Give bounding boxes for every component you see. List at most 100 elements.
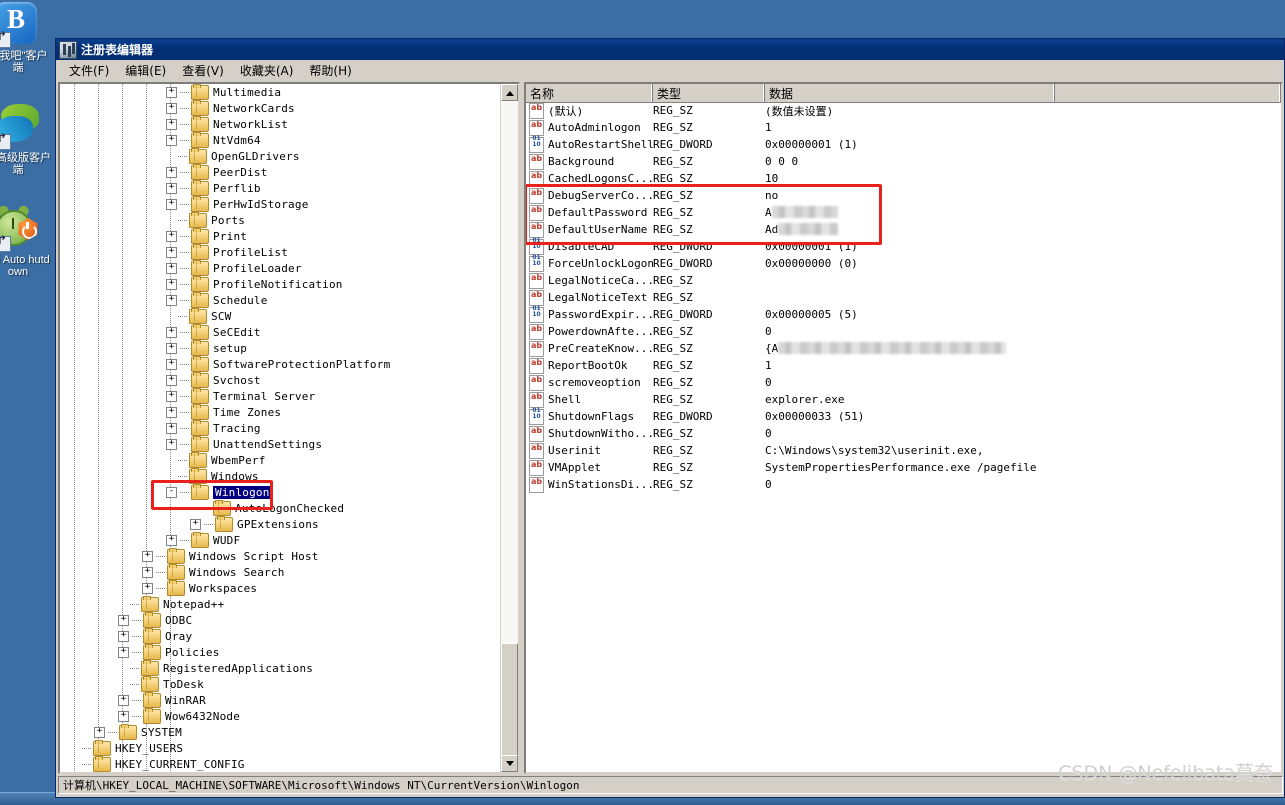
tree-item-tracing[interactable]: +Tracing — [60, 420, 501, 436]
tree-item-profilelist[interactable]: +ProfileList — [60, 244, 501, 260]
tree-item-networklist[interactable]: +NetworkList — [60, 116, 501, 132]
menu-item-help[interactable]: 帮助(H) — [301, 60, 359, 81]
tree-item-hkey-current-config[interactable]: HKEY_CURRENT_CONFIG — [60, 756, 501, 772]
expand-node-icon[interactable]: + — [166, 199, 177, 210]
expand-node-icon[interactable]: + — [166, 183, 177, 194]
tree-item-windows-search[interactable]: +Windows Search — [60, 564, 501, 580]
collapse-node-icon[interactable]: - — [166, 487, 177, 498]
value-row[interactable]: BackgroundREG_SZ0 0 0 — [526, 153, 1281, 170]
tree-item-setup[interactable]: +setup — [60, 340, 501, 356]
expand-node-icon[interactable]: + — [166, 167, 177, 178]
value-row[interactable]: VMAppletREG_SZSystemPropertiesPerformanc… — [526, 459, 1281, 476]
tree-item-print[interactable]: +Print — [60, 228, 501, 244]
expand-node-icon[interactable]: + — [118, 631, 129, 642]
column-header-name[interactable]: 名称 — [526, 84, 653, 102]
expand-node-icon[interactable]: + — [166, 423, 177, 434]
expand-node-icon[interactable]: + — [166, 247, 177, 258]
tree-item-ports[interactable]: Ports — [60, 212, 501, 228]
value-row[interactable]: ShutdownWitho...REG_SZ0 — [526, 425, 1281, 442]
tree-item-workspaces[interactable]: +Workspaces — [60, 580, 501, 596]
column-header-data[interactable]: 数据 — [765, 84, 1055, 102]
window-titlebar[interactable]: 注册表编辑器 — [56, 39, 1284, 60]
values-list[interactable]: (默认)REG_SZ(数值未设置)AutoAdminlogonREG_SZ1Au… — [526, 102, 1281, 772]
value-row[interactable]: PowerdownAfte...REG_SZ0 — [526, 323, 1281, 340]
tree-item-registeredapplications[interactable]: RegisteredApplications — [60, 660, 501, 676]
value-row[interactable]: PreCreateKnow...REG_SZ{A — [526, 340, 1281, 357]
expand-node-icon[interactable]: + — [166, 135, 177, 146]
expand-node-icon[interactable]: + — [166, 103, 177, 114]
value-row[interactable]: DebugServerCo...REG_SZno — [526, 187, 1281, 204]
value-row[interactable]: scremoveoptionREG_SZ0 — [526, 374, 1281, 391]
value-row[interactable]: WinStationsDi...REG_SZ0 — [526, 476, 1281, 493]
tree-item-terminal-server[interactable]: +Terminal Server — [60, 388, 501, 404]
menu-item-file[interactable]: 文件(F) — [61, 60, 117, 81]
expand-node-icon[interactable]: + — [118, 711, 129, 722]
expand-node-icon[interactable]: + — [166, 439, 177, 450]
value-row[interactable]: AutoAdminlogonREG_SZ1 — [526, 119, 1281, 136]
expand-node-icon[interactable]: + — [118, 647, 129, 658]
registry-values-pane[interactable]: 名称 类型 数据 (默认)REG_SZ(数值未设置)AutoAdminlogon… — [524, 82, 1283, 774]
registry-tree[interactable]: +Multimedia+NetworkCards+NetworkList+NtV… — [60, 84, 501, 772]
tree-item-policies[interactable]: +Policies — [60, 644, 501, 660]
tree-item-autologonchecked[interactable]: AutoLogonChecked — [60, 500, 501, 516]
tree-item-scw[interactable]: SCW — [60, 308, 501, 324]
tree-item-gpextensions[interactable]: +GPExtensions — [60, 516, 501, 532]
tree-item-unattendsettings[interactable]: +UnattendSettings — [60, 436, 501, 452]
value-row[interactable]: UserinitREG_SZC:\Windows\system32\userin… — [526, 442, 1281, 459]
tree-item-system[interactable]: +SYSTEM — [60, 724, 501, 740]
value-row[interactable]: ShutdownFlagsREG_DWORD0x00000033 (51) — [526, 408, 1281, 425]
tree-item-softwareprotectionplatform[interactable]: +SoftwareProtectionPlatform — [60, 356, 501, 372]
tree-item-secedit[interactable]: +SeCEdit — [60, 324, 501, 340]
tree-item-windows[interactable]: Windows — [60, 468, 501, 484]
expand-node-icon[interactable]: + — [166, 119, 177, 130]
tree-item-winrar[interactable]: +WinRAR — [60, 692, 501, 708]
expand-node-icon[interactable]: + — [166, 327, 177, 338]
tree-vertical-scrollbar[interactable] — [500, 84, 518, 772]
tree-item-peerdist[interactable]: +PeerDist — [60, 164, 501, 180]
value-row[interactable]: ShellREG_SZexplorer.exe — [526, 391, 1281, 408]
expand-node-icon[interactable]: + — [166, 87, 177, 98]
tree-item-wow6432node[interactable]: +Wow6432Node — [60, 708, 501, 724]
menu-item-favorites[interactable]: 收藏夹(A) — [232, 60, 302, 81]
expand-node-icon[interactable]: + — [166, 375, 177, 386]
tree-item-todesk[interactable]: ToDesk — [60, 676, 501, 692]
tree-item-oray[interactable]: +Oray — [60, 628, 501, 644]
registry-tree-pane[interactable]: +Multimedia+NetworkCards+NetworkList+NtV… — [58, 82, 520, 774]
expand-node-icon[interactable]: + — [118, 695, 129, 706]
value-row[interactable]: DisableCADREG_DWORD0x00000001 (1) — [526, 238, 1281, 255]
tree-item-hkey-users[interactable]: HKEY_USERS — [60, 740, 501, 756]
tree-item-perhwidstorage[interactable]: +PerHwIdStorage — [60, 196, 501, 212]
tree-item-schedule[interactable]: +Schedule — [60, 292, 501, 308]
expand-node-icon[interactable]: + — [166, 391, 177, 402]
value-row[interactable]: PasswordExpir...REG_DWORD0x00000005 (5) — [526, 306, 1281, 323]
expand-node-icon[interactable]: + — [166, 295, 177, 306]
value-row[interactable]: LegalNoticeCa...REG_SZ — [526, 272, 1281, 289]
expand-node-icon[interactable]: + — [166, 231, 177, 242]
expand-node-icon[interactable]: + — [166, 279, 177, 290]
tree-item-time-zones[interactable]: +Time Zones — [60, 404, 501, 420]
tree-item-wbemperf[interactable]: WbemPerf — [60, 452, 501, 468]
tree-item-svchost[interactable]: +Svchost — [60, 372, 501, 388]
tree-item-multimedia[interactable]: +Multimedia — [60, 84, 501, 100]
tree-item-winlogon[interactable]: -Winlogon — [60, 484, 501, 500]
expand-node-icon[interactable]: + — [166, 343, 177, 354]
desktop-icon-bangwoba-client[interactable]: 帮我吧"客户端 — [0, 2, 52, 74]
tree-scroll-track[interactable] — [501, 101, 518, 755]
tree-item-perflib[interactable]: +Perflib — [60, 180, 501, 196]
expand-node-icon[interactable]: + — [166, 263, 177, 274]
tree-scroll-down-button[interactable] — [501, 755, 518, 772]
value-row[interactable]: ReportBootOkREG_SZ1 — [526, 357, 1281, 374]
tree-item-odbc[interactable]: +ODBC — [60, 612, 501, 628]
value-row[interactable]: (默认)REG_SZ(数值未设置) — [526, 102, 1281, 119]
tree-item-profilenotification[interactable]: +ProfileNotification — [60, 276, 501, 292]
menu-item-view[interactable]: 查看(V) — [174, 60, 232, 81]
tree-item-ntvdm64[interactable]: +NtVdm64 — [60, 132, 501, 148]
tree-item-windows-script-host[interactable]: +Windows Script Host — [60, 548, 501, 564]
column-header-type[interactable]: 类型 — [653, 84, 765, 102]
desktop-icon-wise-auto-shutdown[interactable]: ise Auto hutdown — [0, 206, 52, 278]
expand-node-icon[interactable]: + — [142, 567, 153, 578]
value-row[interactable]: AutoRestartShellREG_DWORD0x00000001 (1) — [526, 136, 1281, 153]
tree-item-opengldrivers[interactable]: OpenGLDrivers — [60, 148, 501, 164]
desktop-icon-advanced-client[interactable]: 联高级版客户端 — [0, 104, 52, 176]
expand-node-icon[interactable]: + — [166, 535, 177, 546]
